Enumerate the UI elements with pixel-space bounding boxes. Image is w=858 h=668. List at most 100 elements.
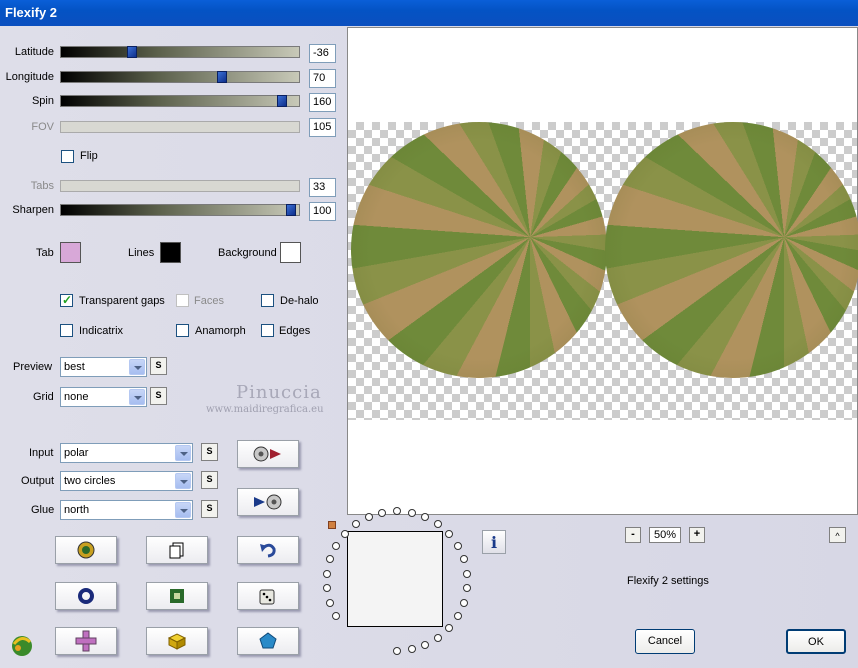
fov-slider	[60, 121, 300, 133]
flip-label: Flip	[80, 150, 98, 162]
ok-button[interactable]: OK	[786, 629, 846, 654]
longitude-slider[interactable]	[60, 71, 300, 83]
transparent-gaps-checkbox[interactable]: ✓	[60, 293, 73, 307]
dice-button[interactable]	[237, 582, 299, 610]
lines-color-label: Lines	[128, 247, 155, 259]
chevron-down-icon[interactable]	[175, 502, 191, 518]
dial-dot[interactable]	[326, 555, 335, 564]
longitude-value[interactable]: 70	[309, 69, 336, 88]
orientation-preview-box[interactable]	[347, 531, 443, 627]
cross-shape-button[interactable]	[55, 627, 117, 655]
dial-dot[interactable]	[364, 513, 373, 522]
zoom-out-button[interactable]: -	[625, 527, 641, 543]
tab-color-label: Tab	[36, 247, 54, 259]
chevron-down-icon[interactable]	[175, 473, 191, 489]
latitude-slider-thumb[interactable]	[126, 46, 137, 58]
tab-color-swatch[interactable]	[60, 242, 81, 263]
dial-dot[interactable]	[462, 569, 471, 578]
spin-slider[interactable]	[60, 95, 300, 107]
square-frame-button[interactable]	[146, 582, 208, 610]
dial-dot[interactable]	[453, 612, 462, 620]
dial-dot[interactable]	[434, 520, 443, 529]
dial-dot[interactable]	[407, 508, 416, 517]
dial-dot[interactable]	[393, 507, 401, 515]
edges-checkbox[interactable]	[261, 324, 274, 337]
undo-button[interactable]	[237, 536, 299, 564]
glue-select[interactable]: north	[60, 500, 193, 520]
chevron-down-icon[interactable]	[129, 389, 145, 405]
dial-dot[interactable]	[351, 520, 360, 529]
dial-dot[interactable]	[407, 645, 416, 654]
sharpen-slider[interactable]	[60, 204, 300, 216]
dial-dot[interactable]	[326, 598, 335, 607]
chevron-down-icon[interactable]	[129, 359, 145, 375]
globe-to-flat-button[interactable]	[237, 440, 299, 468]
dial-dot[interactable]	[445, 623, 454, 632]
zoom-in-button[interactable]: +	[689, 527, 705, 543]
orientation-handle[interactable]	[328, 521, 336, 529]
pentagon-button[interactable]	[237, 627, 299, 655]
sharpen-value[interactable]: 100	[309, 202, 336, 221]
transparent-gaps-label: Transparent gaps	[79, 295, 165, 307]
grid-label: Grid	[33, 391, 54, 403]
dial-dot[interactable]	[323, 584, 332, 593]
dial-dot[interactable]	[332, 542, 341, 550]
output-projection-select[interactable]: two circles	[60, 471, 193, 491]
output-s-button[interactable]: S	[201, 471, 218, 489]
dial-dot[interactable]	[462, 584, 471, 593]
dial-dot[interactable]	[323, 569, 332, 578]
tabs-label: Tabs	[30, 180, 54, 192]
spin-slider-thumb[interactable]	[276, 95, 287, 107]
chevron-down-icon[interactable]	[175, 445, 191, 461]
dial-dot[interactable]	[393, 647, 401, 655]
longitude-slider-thumb[interactable]	[217, 71, 228, 83]
anamorph-checkbox[interactable]	[176, 324, 189, 337]
fov-value: 105	[309, 118, 336, 137]
copy-button[interactable]	[146, 536, 208, 564]
latitude-value[interactable]: -36	[309, 44, 336, 63]
grid-s-button[interactable]: S	[150, 387, 167, 405]
random-seed-button[interactable]	[55, 536, 117, 564]
input-projection-select[interactable]: polar	[60, 443, 193, 463]
watermark-name: Pinuccia	[236, 382, 322, 403]
preview-s-button[interactable]: S	[150, 357, 167, 375]
indicatrix-label: Indicatrix	[79, 325, 124, 337]
info-button[interactable]: i	[482, 530, 506, 554]
dial-dot[interactable]	[459, 598, 468, 607]
dial-dot[interactable]	[453, 542, 462, 550]
dial-dot[interactable]	[421, 513, 430, 522]
cube-button[interactable]	[146, 627, 208, 655]
ring-button[interactable]	[55, 582, 117, 610]
dial-dot[interactable]	[421, 640, 430, 649]
preview-canvas[interactable]	[347, 27, 858, 515]
watermark-site: www.maidiregrafica.eu	[206, 404, 324, 415]
grid-select[interactable]: none	[60, 387, 147, 407]
input-s-button[interactable]: S	[201, 443, 218, 461]
flip-checkbox[interactable]	[61, 150, 74, 163]
collapse-button[interactable]: ^	[829, 527, 846, 543]
background-color-swatch[interactable]	[280, 242, 301, 263]
spin-value[interactable]: 160	[309, 93, 336, 112]
dial-dot[interactable]	[445, 530, 454, 539]
cancel-button[interactable]: Cancel	[635, 629, 695, 654]
edges-label: Edges	[279, 325, 311, 337]
latitude-slider[interactable]	[60, 46, 300, 58]
glue-value: north	[64, 504, 90, 516]
dial-dot[interactable]	[378, 508, 387, 517]
preview-quality-select[interactable]: best	[60, 357, 147, 377]
indicatrix-checkbox[interactable]	[60, 324, 73, 337]
app-logo-icon	[8, 630, 36, 658]
dice-icon	[259, 589, 275, 605]
sharpen-label: Sharpen	[12, 204, 54, 216]
flat-to-globe-button[interactable]	[237, 488, 299, 516]
gear-globe-icon	[77, 541, 95, 559]
dial-dot[interactable]	[332, 612, 341, 620]
globe-convert-icon	[253, 446, 281, 462]
glue-s-button[interactable]: S	[201, 500, 218, 518]
dial-dot[interactable]	[434, 633, 443, 642]
dial-dot[interactable]	[459, 555, 468, 564]
de-halo-checkbox[interactable]	[261, 294, 274, 307]
sharpen-slider-thumb[interactable]	[286, 204, 297, 216]
copy-icon	[169, 542, 184, 559]
lines-color-swatch[interactable]	[160, 242, 181, 263]
